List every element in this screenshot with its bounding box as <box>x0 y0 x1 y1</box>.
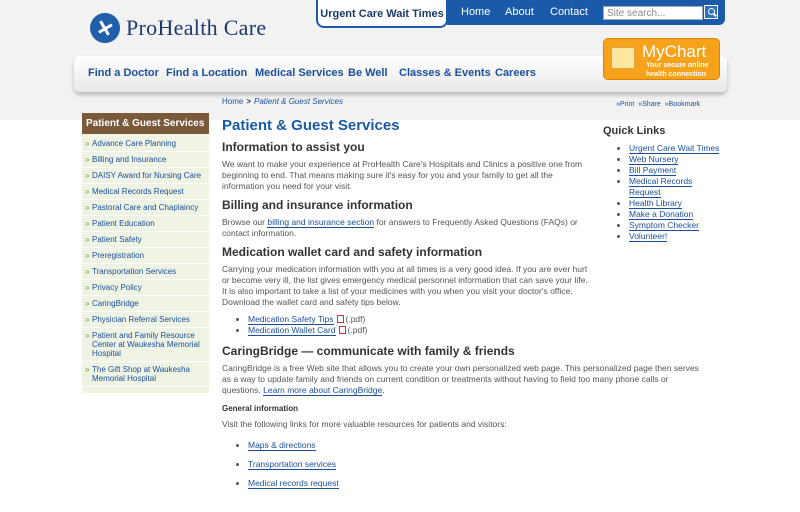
sidebar-item[interactable]: CaringBridge <box>82 296 209 312</box>
top-link-about[interactable]: About <box>505 6 534 18</box>
list-item: Symptom Checker <box>629 220 723 231</box>
top-link-home[interactable]: Home <box>461 6 490 18</box>
sidebar-item[interactable]: Advance Care Planning <box>82 136 209 152</box>
nav-find-a-location[interactable]: Find a Location <box>166 67 247 79</box>
list-item: Urgent Care Wait Times <box>629 143 723 154</box>
mychart-title: MyChart <box>642 42 707 61</box>
top-link-contact[interactable]: Contact <box>550 6 588 18</box>
share-link[interactable]: »Share <box>638 101 661 108</box>
sidebar-item[interactable]: Billing and Insurance <box>82 152 209 168</box>
general-heading: General information <box>222 404 299 413</box>
medication-wallet-card-link[interactable]: Medication Wallet Card <box>248 325 336 336</box>
caringbridge-text-end: . <box>382 385 385 395</box>
quick-link[interactable]: Bill Payment <box>629 165 677 176</box>
list-item: Medical records request <box>248 474 592 493</box>
computer-folder-icon <box>611 47 635 69</box>
sidebar-item[interactable]: Patient and Family Resource Center at Wa… <box>82 328 209 362</box>
general-text: Visit the following links for more valua… <box>222 419 507 429</box>
print-link[interactable]: »Print <box>616 101 634 108</box>
quick-links-title: Quick Links <box>603 125 666 137</box>
sidebar-item[interactable]: Privacy Policy <box>82 280 209 296</box>
quick-links: Quick Links Urgent Care Wait Times Web N… <box>603 125 723 242</box>
list-item: Medication Wallet Card (.pdf) <box>248 325 592 336</box>
quick-link[interactable]: Web Nursery <box>629 154 679 165</box>
list-item: Transportation services <box>248 455 592 474</box>
pdf-list: Medication Safety Tips (.pdf) Medication … <box>248 314 592 336</box>
logo-star-icon <box>90 13 120 43</box>
quick-link[interactable]: Medical Records Request <box>629 176 693 198</box>
list-item: Volunteer! <box>629 231 723 242</box>
resource-list: Maps & directions Transportation service… <box>248 436 592 493</box>
nav-find-a-doctor[interactable]: Find a Doctor <box>88 67 159 79</box>
nav-careers[interactable]: Careers <box>495 67 536 79</box>
caringbridge-paragraph: CaringBridge is a free Web site that all… <box>222 363 702 396</box>
logo[interactable]: ProHealth Care <box>90 12 266 44</box>
pdf-icon <box>336 315 344 323</box>
sidebar-item[interactable]: Pastoral Care and Chaplaincy <box>82 200 209 216</box>
breadcrumb: Home > Patient & Guest Services <box>222 97 343 106</box>
caringbridge-link[interactable]: Learn more about CaringBridge <box>263 385 383 396</box>
sidebar-item[interactable]: Medical Records Request <box>82 184 209 200</box>
pdf-suffix: (.pdf) <box>347 325 368 335</box>
urgent-care-wait-times-tab[interactable]: Urgent Care Wait Times <box>316 0 448 28</box>
maps-directions-link[interactable]: Maps & directions <box>248 440 316 451</box>
sidebar: Patient & Guest Services Advance Care Pl… <box>82 113 209 393</box>
sidebar-title: Patient & Guest Services <box>82 113 209 134</box>
list-item: Medication Safety Tips (.pdf) <box>248 314 592 325</box>
bookmark-link[interactable]: »Bookmark <box>665 101 700 108</box>
breadcrumb-current[interactable]: Patient & Guest Services <box>254 97 343 106</box>
main-content: Patient & Guest Services Information to … <box>222 117 699 493</box>
sidebar-item[interactable]: Patient Safety <box>82 232 209 248</box>
search-icon[interactable] <box>704 5 718 19</box>
nav-be-well[interactable]: Be Well <box>348 67 388 79</box>
billing-paragraph: Browse our billing and insurance section… <box>222 217 592 239</box>
pdf-icon <box>338 326 346 334</box>
search-input[interactable]: Site search... <box>603 6 703 20</box>
sidebar-item[interactable]: Physician Referral Services <box>82 312 209 328</box>
logo-text: ProHealth Care <box>126 15 267 40</box>
list-item: Health Library <box>629 198 723 209</box>
sidebar-list: Advance Care Planning Billing and Insura… <box>82 134 209 393</box>
billing-heading: Billing and insurance information <box>222 198 413 212</box>
pdf-suffix: (.pdf) <box>345 314 366 324</box>
assist-text: We want to make your experience at ProHe… <box>222 159 583 191</box>
list-item: Web Nursery <box>629 154 723 165</box>
quick-link[interactable]: Urgent Care Wait Times <box>629 143 720 154</box>
breadcrumb-home[interactable]: Home <box>222 97 243 106</box>
nav-medical-services[interactable]: Medical Services <box>255 67 344 79</box>
list-item: Medical Records Request <box>629 176 723 198</box>
sidebar-item[interactable]: Preregistration <box>82 248 209 264</box>
mychart-button[interactable]: MyChart Your secure online health connec… <box>603 38 720 80</box>
page-title: Patient & Guest Services <box>222 117 400 134</box>
quick-link[interactable]: Volunteer! <box>629 231 668 242</box>
wallet-heading: Medication wallet card and safety inform… <box>222 245 483 259</box>
list-item: Make a Donation <box>629 209 723 220</box>
quick-link[interactable]: Symptom Checker <box>629 220 699 231</box>
list-item: Bill Payment <box>629 165 723 176</box>
sidebar-item[interactable]: Patient Education <box>82 216 209 232</box>
billing-text-pre: Browse our <box>222 217 268 227</box>
billing-link[interactable]: billing and insurance section <box>267 217 375 228</box>
sidebar-item[interactable]: DAISY Award for Nursing Care <box>82 168 209 184</box>
mychart-subtitle: Your secure online health connection <box>646 62 709 78</box>
list-item: Maps & directions <box>248 436 592 455</box>
assist-heading: Information to assist you <box>222 140 365 154</box>
quick-link[interactable]: Health Library <box>629 198 682 209</box>
wallet-text: Carrying your medication information wit… <box>222 264 588 307</box>
quick-link[interactable]: Make a Donation <box>629 209 694 220</box>
sidebar-item[interactable]: Transportation Services <box>82 264 209 280</box>
medication-safety-tips-link[interactable]: Medication Safety Tips <box>248 314 334 325</box>
sidebar-item[interactable]: The Gift Shop at Waukesha Memorial Hospi… <box>82 362 209 387</box>
transportation-services-link[interactable]: Transportation services <box>248 459 337 470</box>
caringbridge-heading: CaringBridge — communicate with family &… <box>222 344 515 358</box>
medical-records-request-link[interactable]: Medical records request <box>248 478 339 489</box>
breadcrumb-separator: > <box>246 97 252 106</box>
page-tools: »Print »Share »Bookmark <box>614 101 700 108</box>
nav-classes-events[interactable]: Classes & Events <box>399 67 491 79</box>
quick-links-list: Urgent Care Wait Times Web Nursery Bill … <box>629 143 723 242</box>
